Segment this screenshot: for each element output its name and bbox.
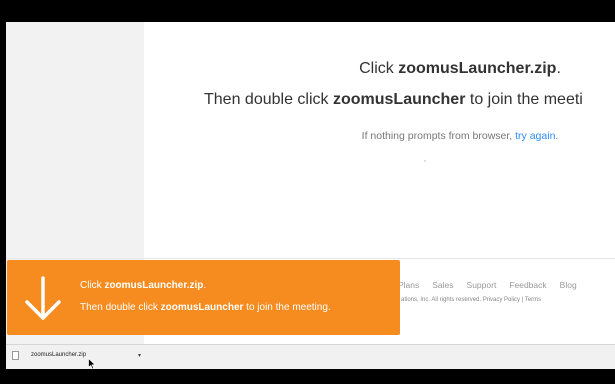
chevron-down-icon[interactable]: ▾ xyxy=(138,352,141,359)
instruction-line-2: Then double click zoomusLauncher to join… xyxy=(204,91,583,108)
download-shelf: zoomusLauncher.zip ▾ xyxy=(6,344,615,370)
footer-link-support[interactable]: Support xyxy=(467,280,497,290)
download-filename: zoomusLauncher.zip xyxy=(31,352,87,358)
footer-copyright: ations, Inc. All rights reserved. Privac… xyxy=(401,297,542,303)
instruction-line-1: Click zoomusLauncher.zip. xyxy=(359,60,561,77)
download-item[interactable]: zoomusLauncher.zip ▾ xyxy=(10,348,148,370)
footer-links: Plans Sales Support Feedback Blog xyxy=(398,280,590,290)
launcher-zip-name: zoomusLauncher.zip xyxy=(398,60,557,77)
retry-hint: If nothing prompts from browser, try aga… xyxy=(361,130,559,142)
banner-line-1: Click zoomusLauncher.zip. xyxy=(80,280,207,291)
try-again-link[interactable]: try again xyxy=(515,130,555,142)
loading-dot xyxy=(424,160,426,162)
footer-link-blog[interactable]: Blog xyxy=(560,280,577,290)
footer-link-feedback[interactable]: Feedback xyxy=(509,280,546,290)
footer-link-sales[interactable]: Sales xyxy=(432,280,453,290)
footer-link-plans[interactable]: Plans xyxy=(398,280,419,290)
video-letterbox-bottom xyxy=(0,369,615,384)
download-instruction-banner: Click zoomusLauncher.zip. Then double cl… xyxy=(7,260,400,335)
download-arrow-icon xyxy=(25,276,61,320)
launcher-name: zoomusLauncher xyxy=(332,91,466,108)
banner-line-2: Then double click zoomusLauncher to join… xyxy=(80,302,331,313)
video-letterbox-top xyxy=(0,0,615,22)
file-icon xyxy=(12,351,19,360)
footer-divider xyxy=(6,258,615,259)
